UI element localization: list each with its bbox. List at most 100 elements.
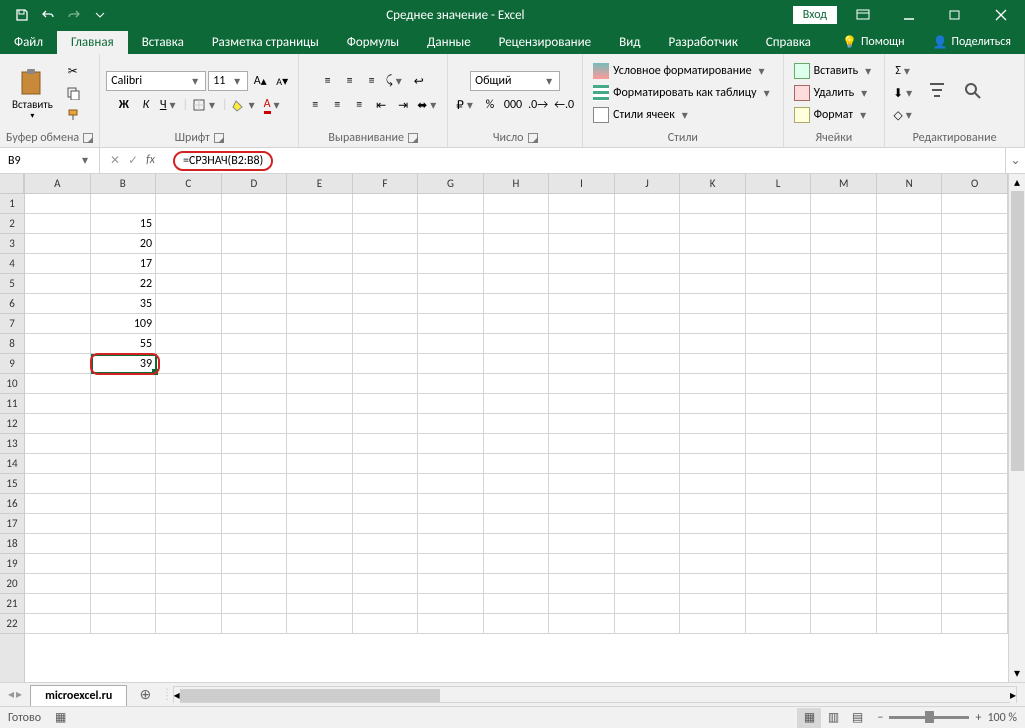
cell[interactable] — [418, 274, 484, 294]
cell[interactable] — [353, 454, 419, 474]
cell[interactable] — [942, 534, 1008, 554]
cell[interactable] — [746, 354, 812, 374]
row-header[interactable]: 10 — [0, 374, 24, 394]
cell[interactable] — [156, 254, 222, 274]
cell[interactable] — [811, 274, 877, 294]
cell[interactable] — [353, 374, 419, 394]
cell[interactable]: 15 — [91, 214, 157, 234]
format-painter-icon[interactable] — [63, 105, 83, 125]
scroll-right-icon[interactable]: ▸ — [1010, 687, 1016, 704]
cell[interactable] — [549, 354, 615, 374]
row-header[interactable]: 13 — [0, 434, 24, 454]
cell[interactable] — [811, 554, 877, 574]
tab-file[interactable]: Файл — [0, 31, 57, 54]
cell[interactable] — [746, 494, 812, 514]
cell[interactable] — [877, 594, 943, 614]
cell[interactable] — [222, 534, 288, 554]
cell[interactable] — [746, 234, 812, 254]
row-header[interactable]: 9 — [0, 354, 24, 374]
cell[interactable] — [222, 574, 288, 594]
cell[interactable] — [484, 454, 550, 474]
tab-data[interactable]: Данные — [413, 31, 485, 54]
row-header[interactable]: 14 — [0, 454, 24, 474]
cell[interactable] — [680, 534, 746, 554]
cell[interactable] — [353, 334, 419, 354]
cell[interactable] — [156, 374, 222, 394]
cell[interactable] — [91, 374, 157, 394]
cell[interactable] — [615, 534, 681, 554]
cell[interactable] — [353, 434, 419, 454]
cell[interactable] — [942, 434, 1008, 454]
cell[interactable] — [418, 374, 484, 394]
decrease-font-icon[interactable]: A▾ — [272, 71, 292, 91]
row-header[interactable]: 21 — [0, 594, 24, 614]
column-header[interactable]: N — [877, 174, 943, 193]
zoom-in-icon[interactable]: + — [975, 711, 981, 725]
cell[interactable] — [484, 434, 550, 454]
cell[interactable] — [942, 194, 1008, 214]
cell[interactable] — [222, 294, 288, 314]
row-header[interactable]: 1 — [0, 194, 24, 214]
cell[interactable] — [615, 554, 681, 574]
fill-icon[interactable]: ⬇▾ — [891, 83, 917, 103]
cell[interactable] — [156, 314, 222, 334]
scroll-up-icon[interactable]: ▴ — [1009, 174, 1025, 191]
column-header[interactable]: B — [91, 174, 157, 193]
cell[interactable] — [615, 594, 681, 614]
cell[interactable] — [811, 514, 877, 534]
cell[interactable] — [549, 454, 615, 474]
column-header[interactable]: O — [942, 174, 1008, 193]
cell[interactable] — [680, 594, 746, 614]
cell[interactable] — [418, 474, 484, 494]
cell[interactable] — [942, 574, 1008, 594]
cell[interactable] — [91, 454, 157, 474]
cell[interactable] — [91, 614, 157, 634]
cell[interactable] — [91, 514, 157, 534]
cell[interactable] — [484, 614, 550, 634]
cell[interactable] — [549, 434, 615, 454]
cell[interactable] — [811, 494, 877, 514]
qat-customize-icon[interactable] — [88, 3, 112, 27]
cell[interactable] — [549, 254, 615, 274]
align-center-icon[interactable]: ≡ — [327, 95, 347, 115]
cell[interactable] — [222, 374, 288, 394]
cell[interactable] — [418, 314, 484, 334]
cell[interactable] — [811, 414, 877, 434]
cell[interactable] — [942, 494, 1008, 514]
cell[interactable]: 55 — [91, 334, 157, 354]
cell[interactable] — [746, 574, 812, 594]
cell[interactable] — [615, 194, 681, 214]
cell[interactable] — [418, 334, 484, 354]
cell[interactable] — [287, 194, 353, 214]
cell[interactable] — [222, 614, 288, 634]
cell[interactable] — [549, 414, 615, 434]
cell[interactable] — [680, 214, 746, 234]
new-sheet-button[interactable]: ⊕ — [133, 683, 157, 707]
fx-icon[interactable]: fx — [146, 153, 155, 168]
column-header[interactable]: E — [287, 174, 353, 193]
cell[interactable] — [811, 454, 877, 474]
cell[interactable]: 20 — [91, 234, 157, 254]
cell[interactable] — [484, 414, 550, 434]
cell[interactable] — [877, 254, 943, 274]
cell[interactable]: 35 — [91, 294, 157, 314]
zoom-slider[interactable] — [889, 716, 969, 719]
cell[interactable] — [287, 214, 353, 234]
cell[interactable] — [25, 274, 91, 294]
cell[interactable] — [942, 294, 1008, 314]
cell[interactable] — [811, 394, 877, 414]
cell[interactable] — [680, 494, 746, 514]
cell[interactable] — [353, 354, 419, 374]
align-bottom-icon[interactable]: ≡ — [362, 71, 382, 91]
cell[interactable] — [25, 554, 91, 574]
cell[interactable] — [25, 314, 91, 334]
cell[interactable] — [222, 594, 288, 614]
insert-cells-button[interactable]: Вставить▾ — [790, 61, 879, 81]
decrease-indent-icon[interactable]: ⇤ — [371, 95, 391, 115]
cell[interactable] — [549, 394, 615, 414]
cell[interactable] — [680, 374, 746, 394]
cell[interactable] — [25, 614, 91, 634]
cell[interactable] — [942, 254, 1008, 274]
cell[interactable] — [222, 234, 288, 254]
cell[interactable] — [746, 194, 812, 214]
